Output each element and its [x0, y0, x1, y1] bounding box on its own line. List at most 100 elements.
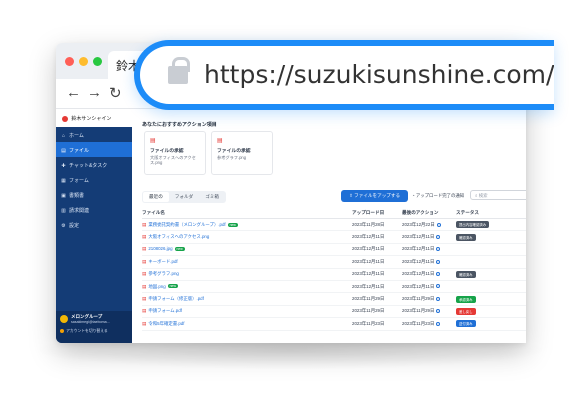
info-icon[interactable] [436, 234, 441, 239]
back-arrow-icon[interactable]: ← [66, 84, 81, 101]
action-card[interactable]: ▤ ファイルの承認 参考グラフ.png [211, 131, 273, 175]
new-badge: new [167, 284, 178, 289]
file-type-icon: ▤ [142, 246, 147, 252]
status-badge: 確認済み [456, 233, 476, 241]
file-name-cell[interactable]: ▤ 令和5年確定書.pdf [142, 321, 352, 327]
info-icon[interactable] [436, 321, 441, 326]
file-name: 令和5年確定書.pdf [148, 320, 185, 326]
file-icon: ▤ [217, 138, 223, 144]
switch-account-link[interactable]: アカウントを切り替える [60, 329, 128, 334]
sidebar-item-2[interactable]: ✚ チャット&タスク [56, 157, 132, 172]
info-icon[interactable] [436, 284, 441, 289]
new-badge: new [174, 247, 185, 252]
maximize-window-button[interactable] [93, 57, 102, 66]
uploaded-date-cell: 2023年12月11日 [352, 234, 385, 240]
uploaded-date-cell: 2023年11月23日 [352, 320, 385, 326]
file-name: 申請フォーム（修正版）.pdf [148, 296, 204, 302]
file-name: 大阪オフィスへのアクセス.png [148, 234, 210, 240]
search-input[interactable]: ⌕ 検索 [470, 190, 526, 200]
sidebar: 鈴木サンシャイン ⌂ ホーム ▤ ファイル ✚ チャット&タスク ▦ フォーム ▣ 書類書 ▥ 請求関… [56, 109, 132, 343]
file-name: 2108026.jpg [148, 246, 173, 252]
brand-name: 鈴木サンシャイン [71, 116, 112, 122]
upload-file-button[interactable]: ⇪ ファイルをアップする [341, 190, 409, 202]
reload-icon[interactable]: ↻ [109, 84, 122, 102]
file-name-cell[interactable]: ▤ キーボード.pdf [142, 259, 352, 265]
sidebar-item-6[interactable]: ⚙ 設定 [56, 217, 132, 232]
new-badge: new [227, 222, 238, 227]
sidebar-item-5[interactable]: ▥ 請求関連 [56, 202, 132, 217]
sidebar-item-3[interactable]: ▦ フォーム [56, 172, 132, 187]
close-window-button[interactable] [65, 57, 74, 66]
file-name-cell[interactable]: ▤ 申請フォーム.pdf [142, 308, 352, 314]
table-row[interactable]: ▤ 申請フォーム（修正版）.pdf 2023年11月29日 2023年11月29日 承認… [142, 293, 526, 306]
sidebar-item-label: チャット&タスク [69, 163, 108, 169]
action-card[interactable]: ▤ ファイルの承認 大阪オフィスへのアクセス.png [144, 131, 206, 175]
info-icon[interactable] [436, 247, 441, 252]
info-icon[interactable] [436, 222, 441, 227]
file-type-icon: ▤ [142, 221, 147, 227]
sidebar-item-4[interactable]: ▣ 書類書 [56, 187, 132, 202]
tab-folders[interactable]: フォルダ [169, 192, 199, 202]
tab-recent[interactable]: 最近の [143, 192, 169, 202]
file-name-cell[interactable]: ▤ 参考グラフ.png [142, 271, 352, 277]
status-badge: 提出内容確認済み [456, 221, 490, 229]
sidebar-item-1[interactable]: ▤ ファイル [56, 142, 132, 157]
address-bar[interactable]: https://suzukisunshine.com/app/ [134, 40, 554, 110]
uploaded-date-cell: 2023年12月11日 [352, 271, 385, 277]
info-icon[interactable] [436, 296, 441, 301]
info-icon[interactable] [436, 272, 441, 277]
sidebar-item-label: 書類書 [69, 193, 85, 199]
minimize-window-button[interactable] [79, 57, 88, 66]
info-icon[interactable] [436, 259, 441, 264]
col-status[interactable]: ステータス [456, 210, 516, 216]
status-badge: 承認済み [456, 295, 476, 303]
last-action-date: 2023年12月11日 [402, 271, 435, 277]
brand[interactable]: 鈴木サンシャイン [56, 109, 132, 127]
account-dot-icon [60, 329, 64, 333]
file-tabs: 最近の フォルダ ゴミ箱 [142, 191, 226, 203]
file-name-cell[interactable]: ▤ 申請フォーム（修正版）.pdf [142, 296, 352, 302]
card-subtitle: 大阪オフィスへのアクセス.png [150, 155, 196, 166]
sidebar-item-0[interactable]: ⌂ ホーム [56, 127, 132, 142]
card-subtitle: 参考グラフ.png [217, 155, 247, 160]
last-action-date: 2023年12月11日 [402, 246, 435, 252]
status-cell: 提出内容確認済み [456, 221, 516, 229]
sidebar-menu: ⌂ ホーム ▤ ファイル ✚ チャット&タスク ▦ フォーム ▣ 書類書 ▥ 請求関連 ⚙ 設定 [56, 127, 132, 232]
uploaded-date-cell: 2023年11月29日 [352, 296, 385, 302]
table-row[interactable]: ▤ キーボード.pdf 2023年12月11日 2023年12月11日 [142, 256, 526, 269]
main-content: あなたにおすすめアクション項目 ▤ ファイルの承認 大阪オフィスへのアクセス.p… [132, 109, 526, 343]
last-action-cell: 2023年12月22日 [402, 222, 456, 228]
sidebar-item-label: フォーム [69, 178, 89, 184]
uploaded-date-cell: 2023年12月11日 [352, 283, 385, 289]
file-name-cell[interactable]: ▤ 地図.png new [142, 284, 352, 290]
table-row[interactable]: ▤ 令和5年確定書.pdf 2023年11月23日 2023年11月23日 送付済み [142, 318, 526, 331]
file-name-cell[interactable]: ▤ 大阪オフィスへのアクセス.png [142, 234, 352, 240]
col-uploaded[interactable]: アップロード日 [352, 210, 402, 216]
file-name-cell[interactable]: ▤ 2108026.jpg new [142, 246, 352, 252]
file-name: 地図.png [148, 283, 166, 289]
last-action-cell: 2023年11月23日 [402, 321, 456, 327]
table-row[interactable]: ▤ 2108026.jpg new 2023年12月11日 2023年12月11日 [142, 244, 526, 257]
info-icon[interactable] [436, 309, 441, 314]
table-row[interactable]: ▤ 参考グラフ.png 2023年12月11日 2023年12月11日 確認済み [142, 269, 526, 281]
col-filename[interactable]: ファイル名 [142, 210, 352, 216]
table-row[interactable]: ▤ 業務委託契約書（メロングループ）.pdf new 2023年11月28日 2023年… [142, 219, 526, 232]
forward-arrow-icon[interactable]: → [87, 84, 102, 101]
user-row[interactable]: メロングループ sasakimegi@taeboma... [60, 314, 128, 324]
status-badge: 差し戻し [456, 307, 476, 315]
table-row[interactable]: ▤ 地図.png new 2023年12月11日 2023年12月11日 [142, 281, 526, 294]
file-type-icon: ▤ [142, 271, 147, 277]
table-row[interactable]: ▤ 申請フォーム.pdf 2023年11月29日 2023年11月29日 差し戻し [142, 306, 526, 319]
switch-account-label: アカウントを切り替える [66, 329, 108, 333]
last-action-date: 2023年11月23日 [402, 320, 435, 326]
status-cell: 承認済み [456, 295, 516, 303]
col-last-action[interactable]: 最後のアクション [402, 210, 456, 216]
last-action-cell: 2023年12月11日 [402, 271, 456, 277]
file-icon: ▤ [150, 138, 156, 144]
tab-trash[interactable]: ゴミ箱 [199, 192, 225, 202]
last-action-date: 2023年11月29日 [402, 296, 435, 302]
file-name-cell[interactable]: ▤ 業務委託契約書（メロングループ）.pdf new [142, 222, 352, 228]
last-action-date: 2023年12月11日 [402, 283, 435, 289]
upload-notify-toggle[interactable]: ◔ アップロード完了の通知 [412, 193, 464, 199]
table-row[interactable]: ▤ 大阪オフィスへのアクセス.png 2023年12月11日 2023年12月11日確… [142, 231, 526, 244]
